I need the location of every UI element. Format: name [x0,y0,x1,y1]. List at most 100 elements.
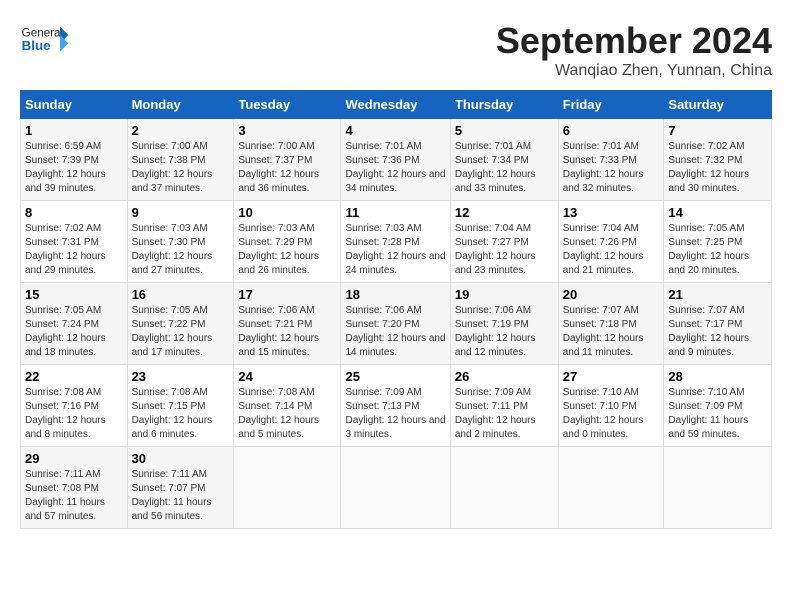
calendar-table: Sunday Monday Tuesday Wednesday Thursday… [20,90,772,529]
table-cell: 29 Sunrise: 7:11 AMSunset: 7:08 PMDaylig… [21,447,128,529]
col-saturday: Saturday [664,91,772,119]
day-number: 15 [25,287,123,302]
svg-text:Blue: Blue [22,38,51,53]
calendar-row: 1 Sunrise: 6:59 AMSunset: 7:39 PMDayligh… [21,119,772,201]
day-info: Sunrise: 7:05 AMSunset: 7:22 PMDaylight:… [132,305,213,358]
table-cell: 21 Sunrise: 7:07 AMSunset: 7:17 PMDaylig… [664,283,772,365]
table-cell: 12 Sunrise: 7:04 AMSunset: 7:27 PMDaylig… [450,201,558,283]
table-cell: 10 Sunrise: 7:03 AMSunset: 7:29 PMDaylig… [234,201,341,283]
table-cell: 26 Sunrise: 7:09 AMSunset: 7:11 PMDaylig… [450,365,558,447]
day-number: 30 [132,451,230,466]
table-cell: 6 Sunrise: 7:01 AMSunset: 7:33 PMDayligh… [558,119,664,201]
month-title: September 2024 [496,20,772,62]
day-number: 17 [238,287,336,302]
day-number: 3 [238,123,336,138]
day-number: 4 [345,123,445,138]
table-cell [341,447,450,529]
table-cell: 18 Sunrise: 7:06 AMSunset: 7:20 PMDaylig… [341,283,450,365]
day-info: Sunrise: 7:08 AMSunset: 7:14 PMDaylight:… [238,387,319,440]
table-cell: 20 Sunrise: 7:07 AMSunset: 7:18 PMDaylig… [558,283,664,365]
day-info: Sunrise: 7:06 AMSunset: 7:19 PMDaylight:… [455,305,536,358]
day-info: Sunrise: 7:03 AMSunset: 7:28 PMDaylight:… [345,223,445,276]
day-info: Sunrise: 7:11 AMSunset: 7:07 PMDaylight:… [132,469,212,522]
col-tuesday: Tuesday [234,91,341,119]
table-cell: 25 Sunrise: 7:09 AMSunset: 7:13 PMDaylig… [341,365,450,447]
col-thursday: Thursday [450,91,558,119]
day-number: 19 [455,287,554,302]
day-info: Sunrise: 7:11 AMSunset: 7:08 PMDaylight:… [25,469,105,522]
col-wednesday: Wednesday [341,91,450,119]
table-cell [558,447,664,529]
location-subtitle: Wanqiao Zhen, Yunnan, China [496,62,772,80]
day-number: 27 [563,369,660,384]
table-cell: 24 Sunrise: 7:08 AMSunset: 7:14 PMDaylig… [234,365,341,447]
day-info: Sunrise: 7:06 AMSunset: 7:21 PMDaylight:… [238,305,319,358]
page-header: General Blue September 2024 Wanqiao Zhen… [20,20,772,80]
logo: General Blue [20,20,74,60]
calendar-row: 15 Sunrise: 7:05 AMSunset: 7:24 PMDaylig… [21,283,772,365]
calendar-body: 1 Sunrise: 6:59 AMSunset: 7:39 PMDayligh… [21,119,772,529]
day-number: 29 [25,451,123,466]
day-info: Sunrise: 6:59 AMSunset: 7:39 PMDaylight:… [25,141,106,194]
table-cell: 16 Sunrise: 7:05 AMSunset: 7:22 PMDaylig… [127,283,234,365]
day-number: 10 [238,205,336,220]
day-number: 22 [25,369,123,384]
col-monday: Monday [127,91,234,119]
day-number: 20 [563,287,660,302]
day-info: Sunrise: 7:05 AMSunset: 7:25 PMDaylight:… [668,223,749,276]
day-number: 12 [455,205,554,220]
day-info: Sunrise: 7:07 AMSunset: 7:17 PMDaylight:… [668,305,749,358]
table-cell: 30 Sunrise: 7:11 AMSunset: 7:07 PMDaylig… [127,447,234,529]
day-info: Sunrise: 7:00 AMSunset: 7:37 PMDaylight:… [238,141,319,194]
table-cell: 13 Sunrise: 7:04 AMSunset: 7:26 PMDaylig… [558,201,664,283]
day-number: 7 [668,123,767,138]
day-number: 5 [455,123,554,138]
day-info: Sunrise: 7:01 AMSunset: 7:36 PMDaylight:… [345,141,445,194]
day-info: Sunrise: 7:07 AMSunset: 7:18 PMDaylight:… [563,305,644,358]
table-cell: 23 Sunrise: 7:08 AMSunset: 7:15 PMDaylig… [127,365,234,447]
day-number: 1 [25,123,123,138]
table-cell: 2 Sunrise: 7:00 AMSunset: 7:38 PMDayligh… [127,119,234,201]
day-info: Sunrise: 7:06 AMSunset: 7:20 PMDaylight:… [345,305,445,358]
day-number: 16 [132,287,230,302]
day-number: 25 [345,369,445,384]
day-info: Sunrise: 7:10 AMSunset: 7:09 PMDaylight:… [668,387,748,440]
calendar-header-row: Sunday Monday Tuesday Wednesday Thursday… [21,91,772,119]
day-info: Sunrise: 7:00 AMSunset: 7:38 PMDaylight:… [132,141,213,194]
table-cell: 22 Sunrise: 7:08 AMSunset: 7:16 PMDaylig… [21,365,128,447]
day-info: Sunrise: 7:01 AMSunset: 7:33 PMDaylight:… [563,141,644,194]
table-cell: 15 Sunrise: 7:05 AMSunset: 7:24 PMDaylig… [21,283,128,365]
table-cell: 27 Sunrise: 7:10 AMSunset: 7:10 PMDaylig… [558,365,664,447]
table-cell [664,447,772,529]
calendar-row: 8 Sunrise: 7:02 AMSunset: 7:31 PMDayligh… [21,201,772,283]
table-cell: 1 Sunrise: 6:59 AMSunset: 7:39 PMDayligh… [21,119,128,201]
day-info: Sunrise: 7:08 AMSunset: 7:15 PMDaylight:… [132,387,213,440]
title-area: September 2024 Wanqiao Zhen, Yunnan, Chi… [496,20,772,80]
day-info: Sunrise: 7:01 AMSunset: 7:34 PMDaylight:… [455,141,536,194]
day-number: 28 [668,369,767,384]
day-info: Sunrise: 7:03 AMSunset: 7:29 PMDaylight:… [238,223,319,276]
table-cell: 19 Sunrise: 7:06 AMSunset: 7:19 PMDaylig… [450,283,558,365]
day-number: 23 [132,369,230,384]
day-info: Sunrise: 7:02 AMSunset: 7:31 PMDaylight:… [25,223,106,276]
day-number: 18 [345,287,445,302]
day-info: Sunrise: 7:04 AMSunset: 7:26 PMDaylight:… [563,223,644,276]
table-cell: 28 Sunrise: 7:10 AMSunset: 7:09 PMDaylig… [664,365,772,447]
day-info: Sunrise: 7:02 AMSunset: 7:32 PMDaylight:… [668,141,749,194]
day-number: 13 [563,205,660,220]
day-info: Sunrise: 7:08 AMSunset: 7:16 PMDaylight:… [25,387,106,440]
day-info: Sunrise: 7:10 AMSunset: 7:10 PMDaylight:… [563,387,644,440]
calendar-row: 29 Sunrise: 7:11 AMSunset: 7:08 PMDaylig… [21,447,772,529]
day-info: Sunrise: 7:09 AMSunset: 7:11 PMDaylight:… [455,387,536,440]
table-cell: 4 Sunrise: 7:01 AMSunset: 7:36 PMDayligh… [341,119,450,201]
day-info: Sunrise: 7:09 AMSunset: 7:13 PMDaylight:… [345,387,445,440]
col-friday: Friday [558,91,664,119]
day-number: 26 [455,369,554,384]
table-cell [234,447,341,529]
table-cell: 14 Sunrise: 7:05 AMSunset: 7:25 PMDaylig… [664,201,772,283]
col-sunday: Sunday [21,91,128,119]
day-number: 21 [668,287,767,302]
day-number: 24 [238,369,336,384]
table-cell: 5 Sunrise: 7:01 AMSunset: 7:34 PMDayligh… [450,119,558,201]
day-info: Sunrise: 7:03 AMSunset: 7:30 PMDaylight:… [132,223,213,276]
